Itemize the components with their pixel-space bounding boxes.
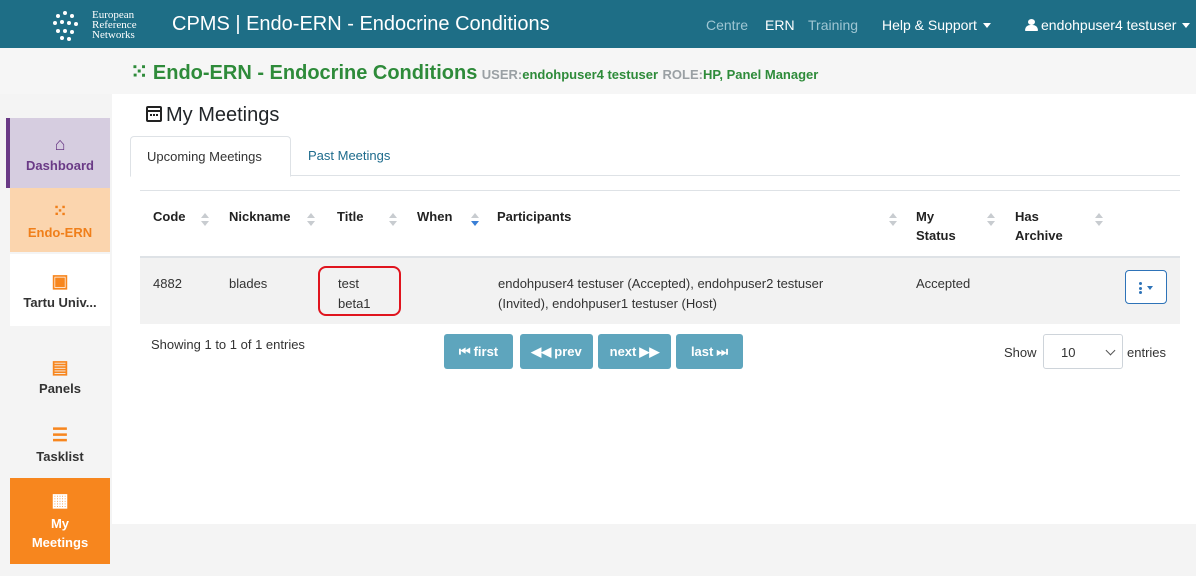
nav-user-menu[interactable]: endohpuser4 testuser xyxy=(1025,17,1191,33)
sidebar-item-label: Panels xyxy=(39,380,81,396)
sidebar-item-label: Tartu Univ... xyxy=(23,294,97,310)
chevron-down-icon xyxy=(982,23,991,28)
sidebar: ⌂ Dashboard ⁙ Endo-ERN ▣ Tartu Univ... ▤… xyxy=(0,94,112,576)
column-header-code[interactable]: Code xyxy=(153,207,186,226)
chevron-down-icon xyxy=(1182,23,1191,28)
column-header-line: Archive xyxy=(1015,228,1063,243)
last-page-button[interactable]: last ⏭ xyxy=(676,334,743,369)
network-name: Endo-ERN - Endocrine Conditions xyxy=(152,62,478,84)
column-header-line: Status xyxy=(916,228,956,243)
table-row[interactable]: 4882 blades test beta1 endohpuser4 testu… xyxy=(140,258,1180,324)
show-label: Show xyxy=(1004,345,1037,360)
table-header: Code Nickname Title When Participants My… xyxy=(140,190,1180,258)
cell-participants-line: endohpuser4 testuser (Accepted), endohpu… xyxy=(498,276,824,291)
prev-page-icon: ◀◀ xyxy=(531,343,552,359)
table-info: Showing 1 to 1 of 1 entries xyxy=(151,337,305,352)
cell-nickname: blades xyxy=(229,276,268,291)
page-title: My Meetings xyxy=(146,104,279,127)
cell-participants: endohpuser4 testuser (Accepted), endohpu… xyxy=(498,274,823,314)
clipboard-icon: ▤ xyxy=(51,356,69,377)
network-header: ⁙ Endo-ERN - Endocrine Conditions USER:e… xyxy=(130,59,818,85)
nav-help-support-label: Help & Support xyxy=(882,17,977,33)
sort-icon[interactable] xyxy=(987,213,995,227)
column-header-has-archive[interactable]: Has Archive xyxy=(1015,207,1063,245)
calendar-icon xyxy=(146,106,162,122)
network-icon: ⁙ xyxy=(52,200,68,221)
tab-past-meetings[interactable]: Past Meetings xyxy=(292,136,406,176)
column-header-line: Has xyxy=(1015,209,1039,224)
sort-icon[interactable] xyxy=(389,213,397,227)
sidebar-item-label: My Meetings xyxy=(31,516,89,550)
network-icon: ⁙ xyxy=(130,59,149,84)
next-page-label: next xyxy=(609,344,637,359)
entries-label: entries xyxy=(1127,345,1167,360)
nav-ern[interactable]: ERN xyxy=(765,17,795,33)
cell-participants-line: (Invited), endohpuser1 testuser (Host) xyxy=(498,296,717,311)
logo-line-3: Networks xyxy=(92,29,135,41)
column-header-line: My xyxy=(916,209,935,224)
page-title-text: My Meetings xyxy=(166,104,280,126)
page-size-value: 10 xyxy=(1061,345,1076,360)
sidebar-item-label: Dashboard xyxy=(26,157,94,173)
nav-training[interactable]: Training xyxy=(808,17,858,33)
sidebar-item-label: Tasklist xyxy=(36,448,84,464)
ern-logo-text: European Reference Networks xyxy=(92,10,137,41)
next-page-button[interactable]: next ▶▶ xyxy=(598,334,671,369)
column-header-nickname[interactable]: Nickname xyxy=(229,207,290,226)
sidebar-item-tartu[interactable]: ▣ Tartu Univ... xyxy=(10,254,110,326)
prev-page-label: prev xyxy=(554,344,582,359)
next-page-icon: ▶▶ xyxy=(639,343,660,359)
sidebar-item-tasklist[interactable]: ☰ Tasklist xyxy=(10,416,110,472)
ern-logo[interactable]: European Reference Networks xyxy=(50,8,150,42)
last-page-icon: ⏭ xyxy=(716,343,729,359)
chevron-down-icon xyxy=(1147,286,1153,290)
role-value: HP, Panel Manager xyxy=(702,67,819,82)
sidebar-item-my-meetings[interactable]: ▦ My Meetings xyxy=(10,478,110,564)
column-header-my-status[interactable]: My Status xyxy=(916,207,956,245)
page-size-select[interactable]: 10 xyxy=(1043,334,1123,369)
last-page-label: last xyxy=(690,344,714,359)
home-icon: ⌂ xyxy=(54,133,66,154)
row-actions-button[interactable] xyxy=(1125,270,1167,304)
ern-logo-mark-icon xyxy=(50,8,90,42)
prev-page-button[interactable]: ◀◀ prev xyxy=(520,334,593,369)
cell-my-status: Accepted xyxy=(916,276,971,291)
cell-code: 4882 xyxy=(153,276,182,291)
sort-icon[interactable] xyxy=(201,213,209,227)
column-header-title[interactable]: Title xyxy=(337,207,364,226)
nav-user-label: endohpuser4 testuser xyxy=(1041,17,1177,33)
sidebar-item-dashboard[interactable]: ⌂ Dashboard xyxy=(6,118,110,188)
first-page-button[interactable]: ⏮ first xyxy=(444,334,513,369)
kebab-icon xyxy=(1139,282,1142,294)
chevron-down-icon xyxy=(1105,345,1116,356)
sidebar-item-panels[interactable]: ▤ Panels xyxy=(10,346,110,406)
tasklist-icon: ☰ xyxy=(51,424,69,445)
title-highlight-annotation xyxy=(318,266,401,316)
hospital-icon: ▣ xyxy=(51,270,69,291)
app-title[interactable]: CPMS | Endo-ERN - Endocrine Conditions xyxy=(172,13,550,36)
role-label: ROLE: xyxy=(662,67,703,82)
sidebar-item-endo-ern[interactable]: ⁙ Endo-ERN xyxy=(10,188,110,252)
sidebar-item-label: Endo-ERN xyxy=(27,224,93,240)
nav-help-support[interactable]: Help & Support xyxy=(882,17,991,33)
user-icon xyxy=(1025,19,1038,31)
column-header-participants[interactable]: Participants xyxy=(497,207,571,226)
top-navbar: European Reference Networks CPMS | Endo-… xyxy=(0,0,1196,48)
sort-icon[interactable] xyxy=(307,213,315,227)
nav-centre[interactable]: Centre xyxy=(706,17,748,33)
column-header-when[interactable]: When xyxy=(417,207,452,226)
sort-desc-icon[interactable] xyxy=(471,213,479,227)
first-page-label: first xyxy=(473,344,499,359)
user-value: endohpuser4 testuser xyxy=(522,67,659,82)
first-page-icon: ⏮ xyxy=(458,343,471,359)
footer-band xyxy=(112,524,1196,576)
meeting-tabs: Upcoming Meetings Past Meetings xyxy=(130,136,1180,177)
sort-icon[interactable] xyxy=(889,213,897,227)
tab-upcoming-meetings[interactable]: Upcoming Meetings xyxy=(130,136,291,177)
calendar-icon: ▦ xyxy=(51,490,69,510)
user-label: USER: xyxy=(481,67,523,82)
sort-icon[interactable] xyxy=(1095,213,1103,227)
